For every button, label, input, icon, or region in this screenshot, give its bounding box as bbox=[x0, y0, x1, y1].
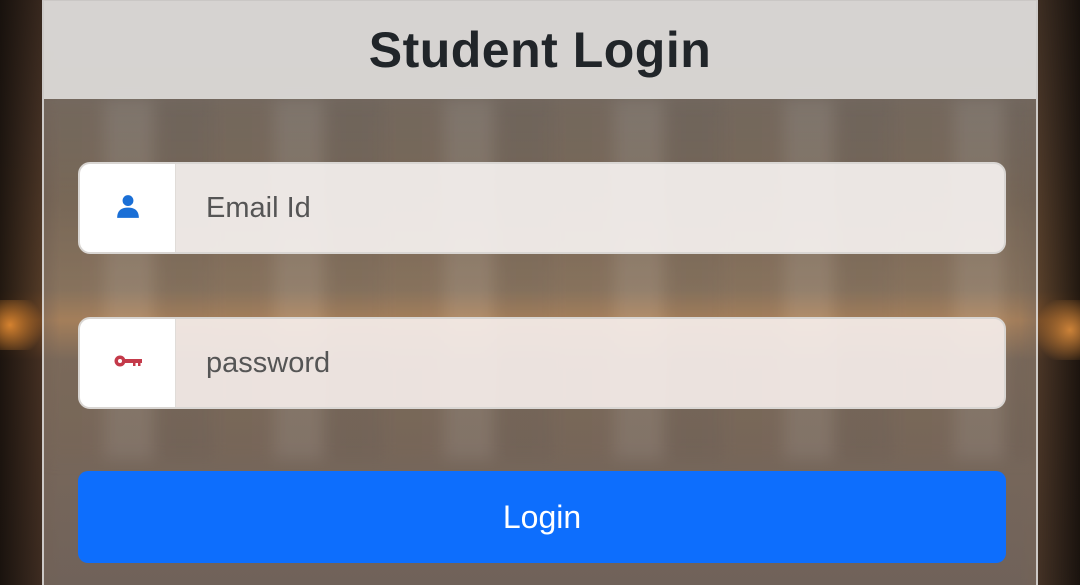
password-input-group bbox=[78, 317, 1006, 409]
login-button[interactable]: Login bbox=[78, 471, 1006, 563]
key-icon bbox=[113, 353, 143, 374]
panel-header: Student Login bbox=[44, 1, 1036, 99]
email-addon bbox=[80, 164, 176, 252]
page-title: Student Login bbox=[368, 22, 712, 78]
password-field[interactable] bbox=[176, 319, 1004, 407]
user-icon bbox=[115, 193, 141, 224]
email-field[interactable] bbox=[176, 164, 1004, 252]
email-input-group bbox=[78, 162, 1006, 254]
login-panel: Student Login Email Id Login bbox=[42, 0, 1038, 585]
password-addon bbox=[80, 319, 176, 407]
